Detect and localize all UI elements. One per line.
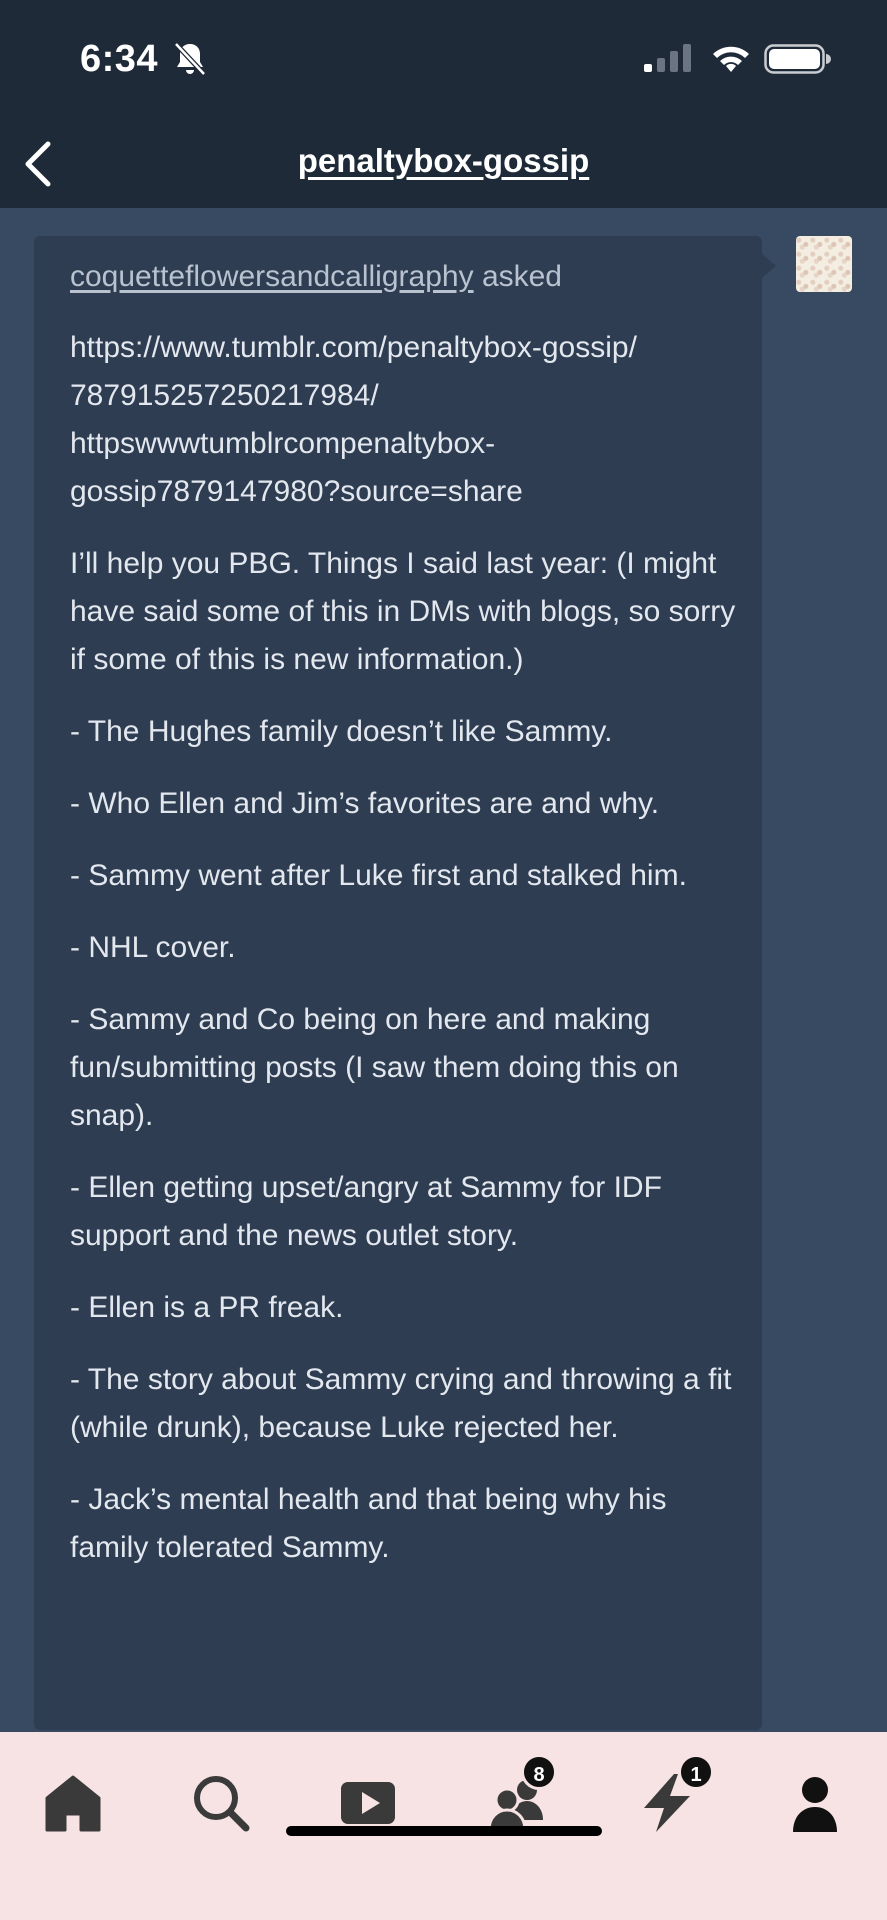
ask-paragraph: - The story about Sammy crying and throw… [70,1363,732,1444]
home-icon [45,1775,101,1832]
tab-account[interactable] [780,1768,850,1838]
blog-title[interactable]: penaltybox-gossip [0,142,887,180]
ask-paragraph: - Sammy went after Luke first and stalke… [70,859,687,892]
signal-icon [644,44,692,72]
asker-line: coquetteflowersandcalligraphy asked [70,260,562,294]
top-header: 6:34 penaltybox-gossip [0,0,887,208]
url-line: https://www.tumblr.com/penaltybox-gossip… [70,331,637,364]
ask-body: https://www.tumblr.com/penaltybox-gossip… [70,324,750,1596]
url-line: 787915257250217984/ [70,379,379,412]
ask-paragraph: - Jack’s mental health and that being wh… [70,1483,667,1564]
ask-paragraph: - Ellen getting upset/angry at Sammy for… [70,1171,662,1252]
ask-card-tail [762,254,776,278]
status-bar: 6:34 [0,0,887,120]
tab-activity[interactable]: 1 [632,1754,714,1838]
navigation-bar: penaltybox-gossip [0,120,887,208]
tab-home[interactable] [38,1768,108,1838]
asked-label: asked [481,260,562,293]
battery-icon [764,44,832,74]
ask-paragraph: - Ellen is a PR freak. [70,1291,344,1324]
bell-off-icon [173,40,207,78]
tab-search[interactable] [186,1768,256,1838]
url-line: httpswwwtumblrcompenaltybox- [70,427,496,460]
ask-paragraph: - NHL cover. [70,931,236,964]
url-line: gossip7879147980?source=share [70,475,523,508]
ask-paragraph: I’ll help you PBG. Things I said last ye… [70,547,736,676]
activity-badge: 1 [678,1754,714,1790]
search-icon [194,1776,250,1832]
shared-url[interactable]: https://www.tumblr.com/penaltybox-gossip… [70,324,750,516]
ask-paragraph: - Who Ellen and Jim’s favorites are and … [70,787,660,820]
home-indicator [286,1826,602,1836]
avatar[interactable] [796,236,852,292]
asker-name-link[interactable]: coquetteflowersandcalligraphy [70,260,474,293]
person-icon [793,1777,837,1832]
status-time: 6:34 [80,38,159,80]
communities-badge: 8 [521,1754,557,1790]
ask-paragraph: - Sammy and Co being on here and making … [70,1003,679,1132]
wifi-icon [710,42,752,74]
ask-paragraph: - The Hughes family doesn’t like Sammy. [70,715,613,748]
